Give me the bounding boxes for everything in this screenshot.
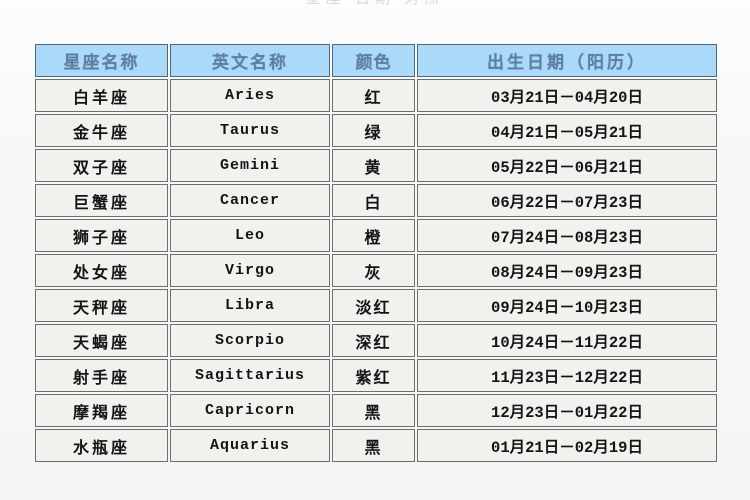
table-row: 巨蟹座 Cancer 白 06月22日－07月23日 <box>35 184 717 217</box>
cell-name: 处女座 <box>35 254 168 287</box>
table-row: 天蝎座 Scorpio 深红 10月24日－11月22日 <box>35 324 717 357</box>
cell-color: 黄 <box>332 149 415 182</box>
table-row: 处女座 Virgo 灰 08月24日－09月23日 <box>35 254 717 287</box>
table-row: 天秤座 Libra 淡红 09月24日－10月23日 <box>35 289 717 322</box>
cell-color: 红 <box>332 79 415 112</box>
table-row: 摩羯座 Capricorn 黑 12月23日－01月22日 <box>35 394 717 427</box>
cell-en: Gemini <box>170 149 330 182</box>
cell-name: 白羊座 <box>35 79 168 112</box>
cell-color: 橙 <box>332 219 415 252</box>
table-body: 白羊座 Aries 红 03月21日－04月20日 金牛座 Taurus 绿 04月21日－0… <box>35 79 717 462</box>
cell-color: 绿 <box>332 114 415 147</box>
cell-en: Sagittarius <box>170 359 330 392</box>
cell-date: 06月22日－07月23日 <box>417 184 717 217</box>
cell-name: 双子座 <box>35 149 168 182</box>
cell-date: 04月21日－05月21日 <box>417 114 717 147</box>
clipped-heading-strip: 星座 日期 对照 <box>0 0 750 9</box>
table-row: 金牛座 Taurus 绿 04月21日－05月21日 <box>35 114 717 147</box>
table-header-row: 星座名称 英文名称 颜色 出生日期（阳历） <box>35 44 717 77</box>
cell-name: 射手座 <box>35 359 168 392</box>
cell-color: 黑 <box>332 429 415 462</box>
cell-name: 狮子座 <box>35 219 168 252</box>
cell-en: Taurus <box>170 114 330 147</box>
cell-date: 03月21日－04月20日 <box>417 79 717 112</box>
cell-date: 01月21日－02月19日 <box>417 429 717 462</box>
cell-en: Cancer <box>170 184 330 217</box>
cell-name: 金牛座 <box>35 114 168 147</box>
table-row: 双子座 Gemini 黄 05月22日－06月21日 <box>35 149 717 182</box>
table-header: 星座名称 英文名称 颜色 出生日期（阳历） <box>35 44 717 77</box>
cell-date: 05月22日－06月21日 <box>417 149 717 182</box>
cell-date: 12月23日－01月22日 <box>417 394 717 427</box>
cell-date: 07月24日－08月23日 <box>417 219 717 252</box>
cell-date: 09月24日－10月23日 <box>417 289 717 322</box>
cell-en: Leo <box>170 219 330 252</box>
zodiac-reference-table: 星座名称 英文名称 颜色 出生日期（阳历） 白羊座 Aries 红 03月21日－04… <box>33 42 719 464</box>
cell-name: 摩羯座 <box>35 394 168 427</box>
cell-name: 天蝎座 <box>35 324 168 357</box>
column-header-birth-date: 出生日期（阳历） <box>417 44 717 77</box>
cell-color: 灰 <box>332 254 415 287</box>
column-header-english-name: 英文名称 <box>170 44 330 77</box>
column-header-color: 颜色 <box>332 44 415 77</box>
cell-en: Aries <box>170 79 330 112</box>
cell-color: 白 <box>332 184 415 217</box>
cell-color: 黑 <box>332 394 415 427</box>
clipped-heading-text: 星座 日期 对照 <box>0 0 750 8</box>
cell-name: 水瓶座 <box>35 429 168 462</box>
cell-color: 深红 <box>332 324 415 357</box>
cell-date: 10月24日－11月22日 <box>417 324 717 357</box>
table-row: 射手座 Sagittarius 紫红 11月23日－12月22日 <box>35 359 717 392</box>
cell-color: 紫红 <box>332 359 415 392</box>
cell-en: Scorpio <box>170 324 330 357</box>
cell-en: Libra <box>170 289 330 322</box>
cell-en: Capricorn <box>170 394 330 427</box>
cell-en: Aquarius <box>170 429 330 462</box>
table-row: 白羊座 Aries 红 03月21日－04月20日 <box>35 79 717 112</box>
column-header-zodiac-name: 星座名称 <box>35 44 168 77</box>
cell-name: 巨蟹座 <box>35 184 168 217</box>
cell-date: 08月24日－09月23日 <box>417 254 717 287</box>
cell-color: 淡红 <box>332 289 415 322</box>
cell-date: 11月23日－12月22日 <box>417 359 717 392</box>
table-row: 狮子座 Leo 橙 07月24日－08月23日 <box>35 219 717 252</box>
cell-en: Virgo <box>170 254 330 287</box>
table-row: 水瓶座 Aquarius 黑 01月21日－02月19日 <box>35 429 717 462</box>
cell-name: 天秤座 <box>35 289 168 322</box>
